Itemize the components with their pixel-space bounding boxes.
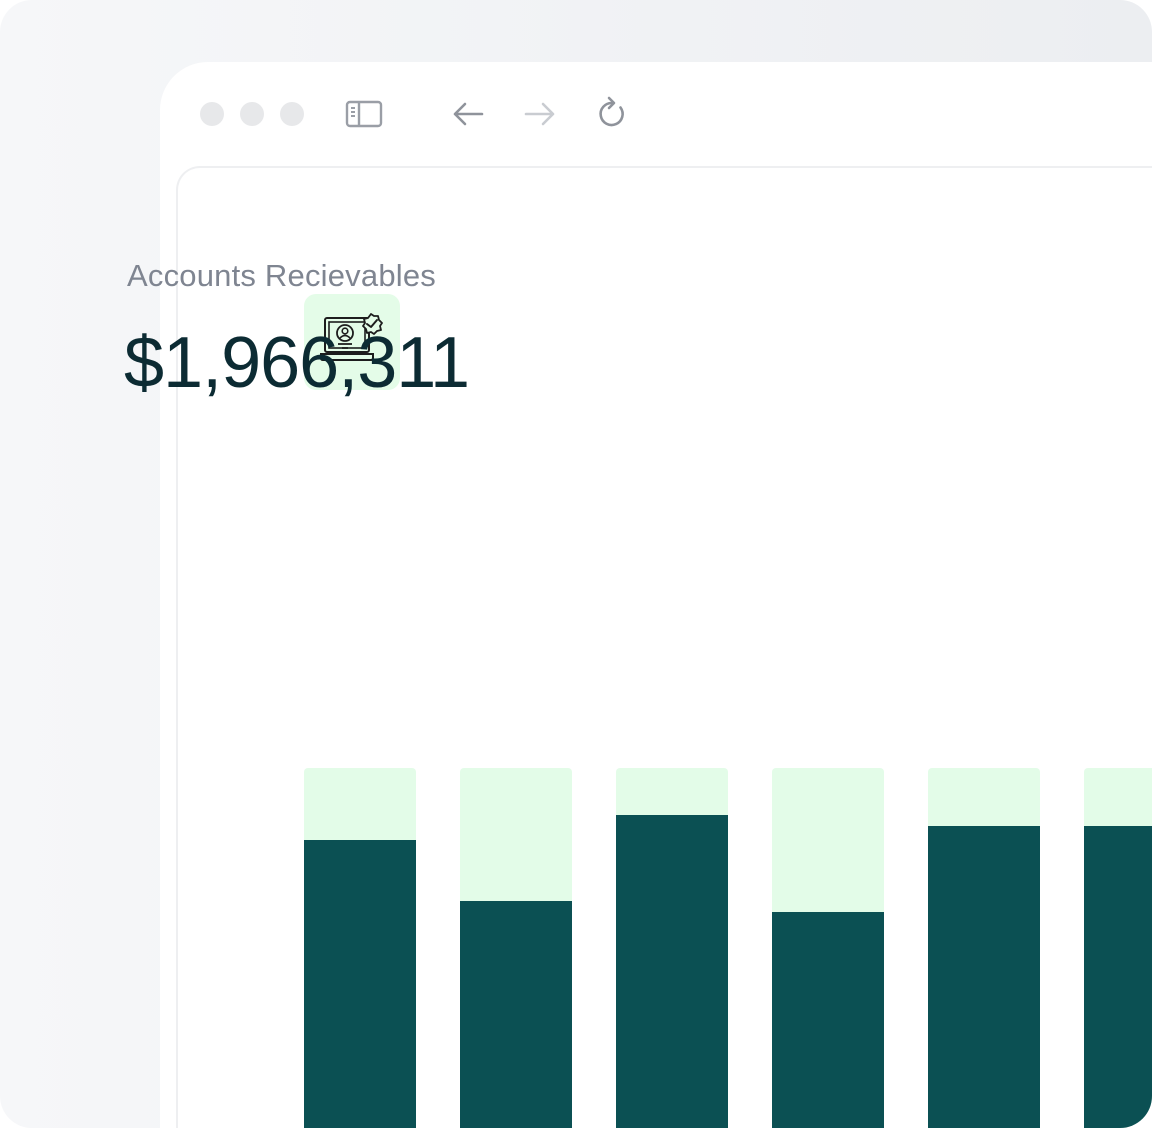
- sidebar-toggle-icon[interactable]: [344, 94, 384, 134]
- forward-arrow-icon[interactable]: [520, 94, 560, 134]
- title-bar: [160, 62, 1152, 166]
- window-close-dot[interactable]: [200, 102, 224, 126]
- browser-window: [160, 62, 1152, 1128]
- metric-label: Accounts Recievables: [127, 258, 436, 293]
- outer-frame: Accounts Recievables $1,966,311: [0, 0, 1152, 1128]
- content-card: [176, 166, 1152, 1128]
- window-maximize-dot[interactable]: [280, 102, 304, 126]
- metric-value: $1,966,311: [124, 323, 470, 403]
- back-arrow-icon[interactable]: [448, 94, 488, 134]
- reload-icon[interactable]: [592, 94, 632, 134]
- window-minimize-dot[interactable]: [240, 102, 264, 126]
